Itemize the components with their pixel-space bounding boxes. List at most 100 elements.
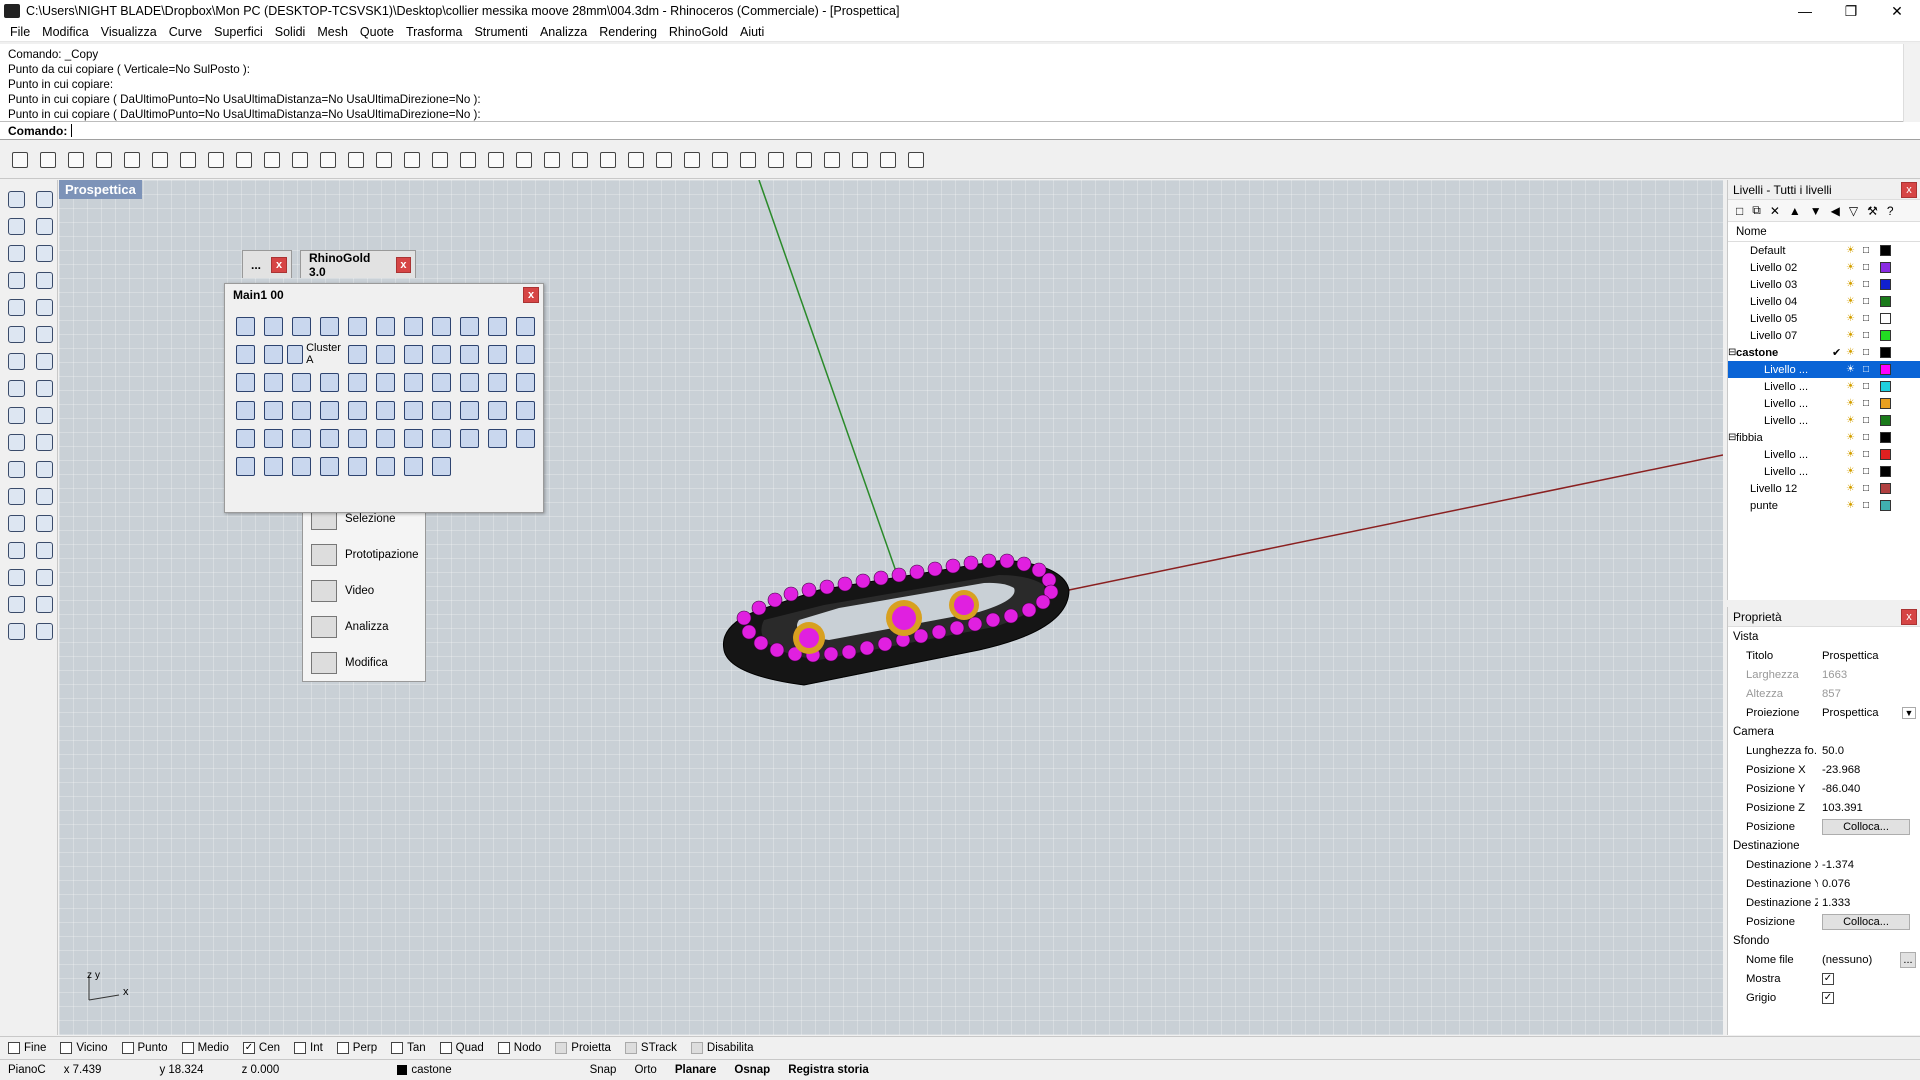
paste-icon[interactable] xyxy=(232,148,256,172)
rhinogold-tool-21-icon[interactable] xyxy=(511,340,539,368)
snap-grid-icon[interactable] xyxy=(596,148,620,172)
menu-item-mesh[interactable]: Mesh xyxy=(311,25,354,39)
rhinogold-tool-35-icon[interactable] xyxy=(287,396,315,424)
prop-posz-value[interactable]: 103.391 xyxy=(1818,802,1920,814)
boolean-icon[interactable] xyxy=(31,348,57,375)
osnap-strack[interactable]: STrack xyxy=(624,1041,677,1054)
osnap-cen[interactable]: ✓ Cen xyxy=(242,1041,280,1054)
rhinogold-tool-48-icon[interactable] xyxy=(343,424,371,452)
lock-icon[interactable]: □ xyxy=(1863,432,1873,443)
rhinogold-tool-42-icon[interactable] xyxy=(483,396,511,424)
layer-color-swatch[interactable] xyxy=(1880,245,1891,256)
rhinogold-tool-43-icon[interactable] xyxy=(511,396,539,424)
cplane-icon[interactable] xyxy=(568,148,592,172)
rhinogold-tool-3-icon[interactable] xyxy=(287,312,315,340)
torus-icon[interactable] xyxy=(3,294,29,321)
rhinogold-tool-39-icon[interactable] xyxy=(399,396,427,424)
rhinogold-item-analizza[interactable]: Analizza xyxy=(303,609,425,645)
new-file-icon[interactable] xyxy=(8,148,32,172)
zoom-icon[interactable] xyxy=(344,148,368,172)
lightbulb-icon[interactable]: ☀ xyxy=(1846,245,1856,256)
lightbulb-icon[interactable]: ☀ xyxy=(1846,466,1856,477)
layer-row[interactable]: Livello ... ☀ □ xyxy=(1728,378,1920,395)
command-input-caret[interactable] xyxy=(71,124,73,137)
layer-color-swatch[interactable] xyxy=(1880,364,1891,375)
lock-icon[interactable]: □ xyxy=(1863,313,1873,324)
split-icon[interactable] xyxy=(31,402,57,429)
rhinogold-tool-4-icon[interactable] xyxy=(315,312,343,340)
prop-lunghezza-value[interactable]: 50.0 xyxy=(1818,745,1920,757)
undo-icon[interactable] xyxy=(260,148,284,172)
cut-icon[interactable] xyxy=(176,148,200,172)
close-window-button[interactable]: ✕ xyxy=(1874,0,1920,22)
lightbulb-icon[interactable]: ☀ xyxy=(1846,500,1856,511)
four-viewports-icon[interactable] xyxy=(484,148,508,172)
circle-icon[interactable] xyxy=(3,240,29,267)
main1-header[interactable]: Main1 00 x xyxy=(225,284,543,306)
lightbulb-icon[interactable]: ☀ xyxy=(1846,398,1856,409)
colloca-camera-button[interactable]: Colloca... xyxy=(1822,818,1910,835)
rhinogold-tool-5-icon[interactable] xyxy=(343,312,371,340)
rhinogold-tool-13-icon[interactable] xyxy=(259,340,287,368)
osnap-checkbox[interactable] xyxy=(690,1041,703,1054)
layer-row[interactable]: Livello 03 ☀ □ xyxy=(1728,276,1920,293)
layer-color-swatch[interactable] xyxy=(1880,466,1891,477)
rhinogold-tool-47-icon[interactable] xyxy=(315,424,343,452)
gear-icon[interactable] xyxy=(31,456,57,483)
rhinogold-tool-29-icon[interactable] xyxy=(427,368,455,396)
lightbulb-icon[interactable]: ☀ xyxy=(1846,415,1856,426)
lock-icon[interactable]: □ xyxy=(1863,381,1873,392)
rhinogold-tool-49-icon[interactable] xyxy=(371,424,399,452)
lock-icon[interactable]: □ xyxy=(1863,330,1873,341)
flag-icon[interactable] xyxy=(820,148,844,172)
dimension-icon[interactable] xyxy=(3,537,29,564)
lock-icon[interactable]: □ xyxy=(1863,262,1873,273)
layer-row[interactable]: Livello 05 ☀ □ xyxy=(1728,310,1920,327)
command-line[interactable]: Comando: xyxy=(0,122,1920,140)
rhinogold-tool-11-icon[interactable] xyxy=(511,312,539,340)
osnap-checkbox[interactable] xyxy=(497,1041,510,1054)
osnap-checkbox[interactable] xyxy=(439,1041,452,1054)
layer-row[interactable]: Default ☀ □ xyxy=(1728,242,1920,259)
rhinogold-tool-7-icon[interactable] xyxy=(399,312,427,340)
status-snap[interactable]: Snap xyxy=(590,1064,617,1076)
zoom-selected-icon[interactable] xyxy=(428,148,452,172)
rhinogold-tool-2-icon[interactable] xyxy=(259,312,287,340)
lightbulb-icon[interactable]: ☀ xyxy=(1846,449,1856,460)
rhinogold-tool-6-icon[interactable] xyxy=(371,312,399,340)
rhinogold-tool-57-icon[interactable] xyxy=(287,452,315,480)
cap-icon[interactable] xyxy=(3,483,29,510)
status-orto[interactable]: Orto xyxy=(634,1064,656,1076)
lamp-icon[interactable] xyxy=(31,618,57,645)
rhinogold-tool-51-icon[interactable] xyxy=(427,424,455,452)
rhinogold-tool-55-icon[interactable] xyxy=(231,452,259,480)
layer-row[interactable]: ⊟ castone ✔ ☀ □ xyxy=(1728,344,1920,361)
layer-row[interactable]: Livello ... ☀ □ xyxy=(1728,412,1920,429)
browse-file-button[interactable]: ... xyxy=(1900,951,1916,968)
rib-icon[interactable] xyxy=(31,483,57,510)
rhinogold-tool-25-icon[interactable] xyxy=(315,368,343,396)
layer-color-swatch[interactable] xyxy=(1880,330,1891,341)
lightbulb-icon[interactable]: ☀ xyxy=(1846,483,1856,494)
car-icon[interactable] xyxy=(512,148,536,172)
osnap-checkbox[interactable] xyxy=(555,1041,568,1054)
menu-item-visualizza[interactable]: Visualizza xyxy=(95,25,163,39)
rhinogold-tool-59-icon[interactable] xyxy=(343,452,371,480)
prop-posx-value[interactable]: -23.968 xyxy=(1818,764,1920,776)
rhinogold-tool-54-icon[interactable] xyxy=(511,424,539,452)
render-icon[interactable] xyxy=(764,148,788,172)
layer-color-swatch[interactable] xyxy=(1880,313,1891,324)
menu-item-aiuti[interactable]: Aiuti xyxy=(734,25,770,39)
status-planare[interactable]: Planare xyxy=(675,1064,717,1076)
rhinogold-tool-1-icon[interactable] xyxy=(231,312,259,340)
rhinogold-tool-27-icon[interactable] xyxy=(371,368,399,396)
move-down-icon[interactable]: ▼ xyxy=(1810,204,1822,218)
save-as-icon[interactable] xyxy=(92,148,116,172)
mirror-icon[interactable] xyxy=(31,564,57,591)
layer-row[interactable]: punte ☀ □ xyxy=(1728,497,1920,514)
prop-destx-value[interactable]: -1.374 xyxy=(1818,859,1920,871)
layer-row[interactable]: Livello 12 ☀ □ xyxy=(1728,480,1920,497)
rhinogold-tool-12-icon[interactable] xyxy=(231,340,259,368)
rhinogold-tool-44-icon[interactable] xyxy=(231,424,259,452)
rhinogold-tool-10-icon[interactable] xyxy=(483,312,511,340)
